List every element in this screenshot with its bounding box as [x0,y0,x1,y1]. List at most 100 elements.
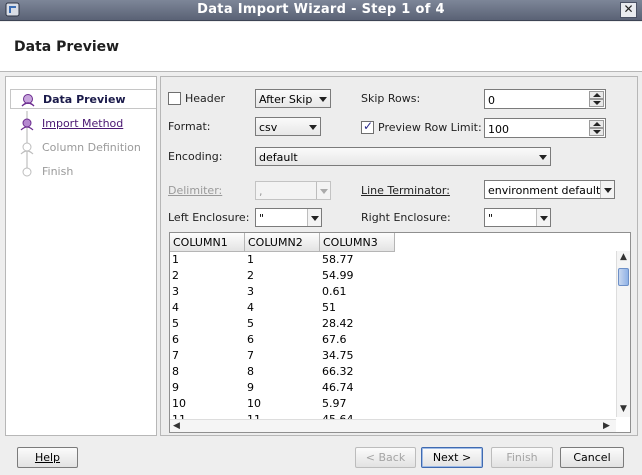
back-button: < Back [355,447,416,468]
header-mode-value: After Skip [259,93,313,106]
right-enclosure-value: " [488,212,494,225]
finish-button: Finish [491,447,553,468]
line-terminator-select[interactable]: environment default [484,180,615,199]
spinner-up-icon[interactable] [589,120,604,128]
chevron-down-icon [316,182,330,199]
step-column-definition: Column Definition [10,138,156,158]
scroll-thumb[interactable] [618,268,629,286]
horizontal-scrollbar[interactable]: ◀ ▶ [170,419,616,432]
skip-rows-value: 0 [488,94,495,107]
cancel-button-label: Cancel [573,451,611,464]
table-cell: 0.61 [322,285,347,298]
encoding-select[interactable]: default [255,147,551,166]
header-label: Header [185,92,226,105]
table-cell: 10 [247,397,261,410]
spinner-down-icon[interactable] [589,128,604,136]
table-cell: 1 [172,253,179,266]
back-button-label: < Back [365,451,406,464]
left-enclosure-label: Left Enclosure: [168,211,250,224]
next-button-label: Next > [432,451,472,464]
table-cell: 1 [247,253,254,266]
page-title: Data Preview [14,39,120,55]
pending-step-icon [20,118,34,131]
table-cell: 5 [172,317,179,330]
table-cell: 5 [247,317,254,330]
options-panel: Header After Skip Skip Rows: 0 Format: c… [160,76,638,436]
scroll-up-icon[interactable]: ▲ [620,252,627,262]
table-cell: 28.42 [322,317,354,330]
table-cell: 46.74 [322,381,354,394]
chevron-down-icon [600,181,614,198]
format-select[interactable]: csv [255,117,321,136]
preview-row-limit-spinner[interactable]: 100 [484,118,606,138]
step-finish: Finish [10,162,156,182]
spinner-up-icon[interactable] [589,91,604,99]
preview-table[interactable]: COLUMN1 COLUMN2 COLUMN3 1 1 58.77 2 2 54.99 3 3… [169,232,631,433]
table-cell: 8 [247,365,254,378]
chevron-down-icon [536,148,550,165]
wizard-steps: Data Preview Import Method Column Defini… [5,76,157,436]
encoding-label: Encoding: [168,150,223,163]
help-button-label: Help [34,451,61,464]
window-title: Data Import Wizard - Step 1 of 4 [197,2,445,17]
next-button[interactable]: Next > [421,447,483,468]
right-enclosure-label: Right Enclosure: [361,211,451,224]
preview-row-limit-label: Preview Row Limit: [378,121,482,134]
delimiter-select: , [255,181,331,200]
header-mode-select[interactable]: After Skip [255,89,331,108]
current-step-icon [21,94,35,107]
table-cell: 51 [322,301,336,314]
chevron-down-icon [307,209,321,226]
close-button[interactable]: ✕ [620,2,637,18]
chevron-down-icon [306,118,320,135]
step-label: Column Definition [42,141,141,154]
scroll-right-icon[interactable]: ▶ [603,421,610,431]
chevron-down-icon [316,90,330,107]
left-enclosure-select[interactable]: " [255,208,322,227]
table-cell: 54.99 [322,269,354,282]
table-cell: 5.97 [322,397,347,410]
skip-rows-spinner[interactable]: 0 [484,89,606,109]
preview-row-limit-checkbox[interactable] [361,119,374,134]
step-data-preview[interactable]: Data Preview [10,89,156,109]
finish-button-label: Finish [506,451,538,464]
spinner-down-icon[interactable] [589,99,604,107]
disabled-step-icon [20,142,34,155]
table-cell: 10 [172,397,186,410]
step-import-method[interactable]: Import Method [10,114,156,134]
delimiter-value: , [259,185,263,198]
table-cell: 9 [247,381,254,394]
column-header[interactable]: COLUMN1 [170,233,245,252]
title-bar: Data Import Wizard - Step 1 of 4 ✕ [0,0,642,21]
preview-row-limit-value: 100 [488,123,509,136]
scroll-left-icon[interactable]: ◀ [173,421,180,431]
table-cell: 66.32 [322,365,354,378]
table-cell: 34.75 [322,349,354,362]
table-cell: 2 [172,269,179,282]
delimiter-label: Delimiter: [168,184,223,197]
right-enclosure-select[interactable]: " [484,208,551,227]
table-cell: 3 [247,285,254,298]
format-label: Format: [168,120,211,133]
header-checkbox[interactable] [168,92,181,105]
column-header[interactable]: COLUMN3 [320,233,395,252]
disabled-step-icon [22,167,32,177]
chevron-down-icon [536,209,550,226]
table-cell: 4 [172,301,179,314]
table-cell: 6 [172,333,179,346]
step-label: Import Method [42,117,124,130]
line-terminator-value: environment default [488,184,601,197]
table-cell: 4 [247,301,254,314]
vertical-scrollbar[interactable]: ▲ ▼ [616,251,630,417]
scroll-down-icon[interactable]: ▼ [620,404,627,414]
table-cell: 9 [172,381,179,394]
table-cell: 8 [172,365,179,378]
table-cell: 67.6 [322,333,347,346]
table-cell: 6 [247,333,254,346]
help-button[interactable]: Help [17,447,78,468]
table-cell: 58.77 [322,253,354,266]
cancel-button[interactable]: Cancel [560,447,624,468]
table-cell: 7 [172,349,179,362]
column-header[interactable]: COLUMN2 [245,233,320,252]
step-label: Finish [42,165,74,178]
